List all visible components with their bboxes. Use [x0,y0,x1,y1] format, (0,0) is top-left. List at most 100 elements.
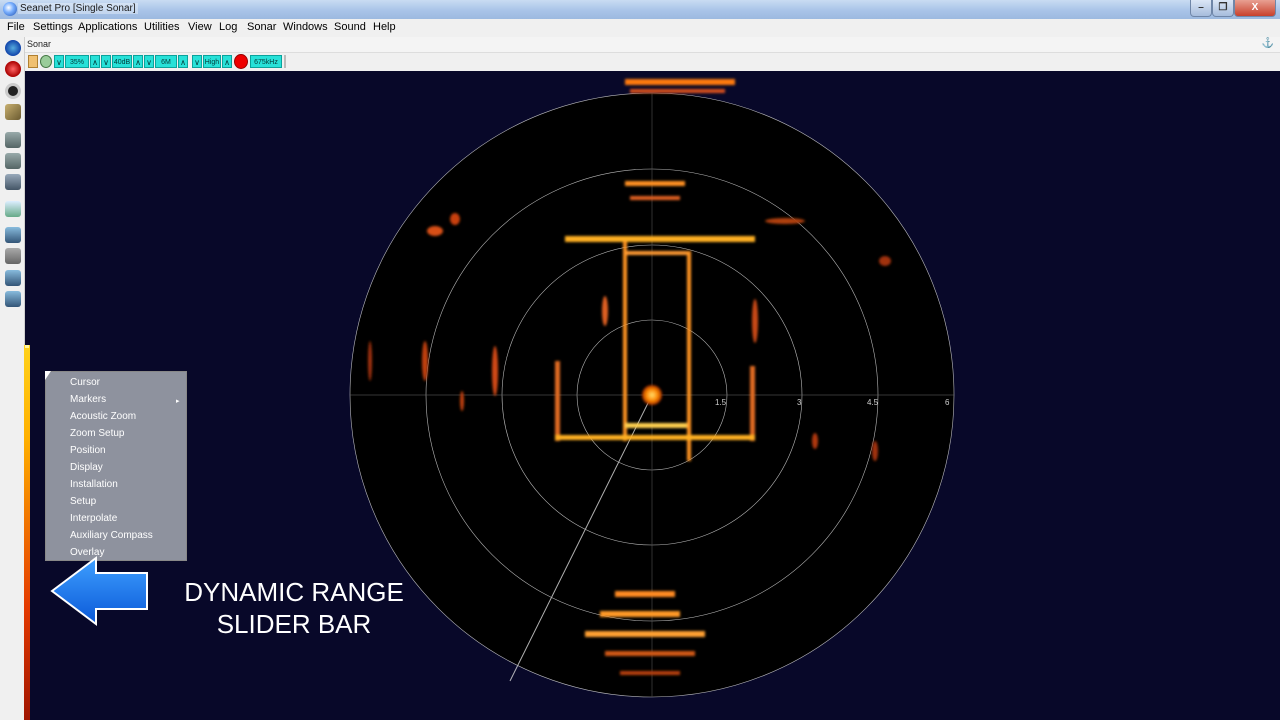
stop-icon[interactable] [5,83,21,99]
pin-icon[interactable]: ⚓ [1262,38,1274,49]
echo-top-1 [625,79,735,85]
menu-view[interactable]: View [188,21,212,33]
print-preview-icon[interactable] [5,153,21,169]
menu-settings[interactable]: Settings [33,21,73,33]
sonar-head-4-icon[interactable] [5,291,21,307]
contrast-up-button[interactable]: ∧ [133,55,143,68]
echo-scatter-11 [765,218,805,224]
print-setup-icon[interactable] [5,174,21,190]
context-item-installation[interactable]: Installation [70,479,118,490]
context-item-cursor[interactable]: Cursor [70,377,100,388]
menu-applications[interactable]: Applications [78,21,137,33]
echo-frame-top [565,236,755,242]
echo-top-2 [630,89,725,93]
maximize-button[interactable]: ❐ [1212,0,1234,17]
echo-frame-right-outer [750,366,755,441]
echo-scatter-5 [368,341,372,381]
context-item-markers[interactable]: Markers [70,394,106,405]
context-item-setup[interactable]: Setup [70,496,96,507]
context-menu: Cursor Markers ▸ Acoustic Zoom Zoom Setu… [45,371,187,561]
menu-log[interactable]: Log [219,21,237,33]
range-up-button[interactable]: ∧ [178,55,188,68]
resolution-value: High [203,55,221,68]
echo-center [642,385,662,405]
echo-bottom-4 [605,651,695,656]
gain-up-button[interactable]: ∧ [90,55,100,68]
resolution-up-button[interactable]: ∧ [222,55,232,68]
range-label-4: 6 [945,398,950,407]
contrast-down-button[interactable]: ∨ [101,55,111,68]
frequency-value[interactable]: 675kHz [250,55,282,68]
gain-value: 35% [65,55,89,68]
annotation-text: DYNAMIC RANGE SLIDER BAR [178,576,410,640]
echo-scatter-8 [812,433,818,449]
record-icon[interactable] [5,61,21,77]
sonar-toolbar: ∨ 35% ∧ ∨ 40dB ∧ ∨ 6M ∧ ∨ High ∧ 675kHz [25,53,1280,71]
context-item-interpolate[interactable]: Interpolate [70,513,117,524]
echo-bottom-3 [585,631,705,637]
echo-frame-right-inner [687,251,691,461]
menu-bar: File Settings Applications Utilities Vie… [0,19,1280,37]
app-icon [3,2,17,16]
echo-bottom-5 [620,671,680,675]
sonar-panel-header: Sonar ⚓ [25,37,1280,53]
window-title: Seanet Pro [Single Sonar] [18,3,138,14]
close-button[interactable]: X [1234,0,1276,17]
echo-scatter-6 [460,391,464,411]
echo-scatter-9 [879,256,891,266]
echo-top-3 [625,181,685,186]
contrast-value: 40dB [112,55,132,68]
range-label-1: 1.5 [715,398,727,407]
left-arrow-icon [50,556,148,626]
mouse-pointer-icon [45,371,51,380]
context-item-auxiliary-compass[interactable]: Auxiliary Compass [70,530,153,541]
context-item-display[interactable]: Display [70,462,103,473]
menu-sound[interactable]: Sound [334,21,366,33]
context-item-position[interactable]: Position [70,445,106,456]
minimize-button[interactable]: – [1190,0,1212,17]
echo-scatter-2 [450,213,460,225]
sonar-head-1-icon[interactable] [5,227,21,243]
resolution-down-button[interactable]: ∨ [192,55,202,68]
title-bar: Seanet Pro [Single Sonar] – ❐ X [0,0,1280,19]
menu-help[interactable]: Help [373,21,396,33]
echo-frame-inner-top [625,251,687,255]
sonar-tab[interactable]: Sonar [27,39,51,49]
range-value: 6M [155,55,177,68]
range-down-button[interactable]: ∨ [144,55,154,68]
dynamic-range-slider-handle[interactable] [25,345,29,348]
submenu-arrow-icon: ▸ [176,398,180,405]
left-toolbar [0,37,25,720]
tools-icon[interactable] [5,104,21,120]
sonar-head-2-icon[interactable] [5,248,21,264]
echo-scatter-4 [492,346,498,396]
context-item-zoom-setup[interactable]: Zoom Setup [70,428,124,439]
echo-frame-left-inner [623,241,627,441]
annotation-line-1: DYNAMIC RANGE [184,577,404,607]
window-layout-icon[interactable] [5,201,21,217]
dynamic-range-slider[interactable] [24,345,30,720]
menu-sonar[interactable]: Sonar [247,21,276,33]
sonar-config-icon[interactable] [28,55,38,68]
menu-windows[interactable]: Windows [283,21,328,33]
gain-down-button[interactable]: ∨ [54,55,64,68]
power-icon[interactable] [40,55,52,68]
toolbar-separator [284,55,286,68]
echo-scatter-10 [872,441,878,461]
play-icon[interactable] [5,40,21,56]
context-item-acoustic-zoom[interactable]: Acoustic Zoom [70,411,136,422]
echo-scatter-3 [422,341,428,381]
range-label-2: 3 [797,398,802,407]
range-label-3: 4.5 [867,398,879,407]
echo-bottom-1 [615,591,675,597]
echo-scatter-1 [427,226,443,236]
annotation-line-2: SLIDER BAR [216,609,372,639]
echo-scatter-12 [602,296,608,326]
menu-file[interactable]: File [7,21,25,33]
print-icon[interactable] [5,132,21,148]
sonar-head-3-icon[interactable] [5,270,21,286]
echo-bottom-2 [600,611,680,617]
transmit-indicator-icon[interactable] [234,54,248,69]
menu-utilities[interactable]: Utilities [144,21,179,33]
echo-frame-bottom [555,435,755,440]
